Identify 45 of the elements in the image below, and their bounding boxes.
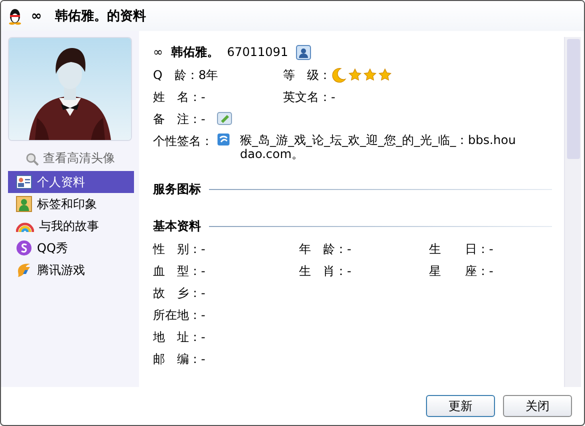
profile-field: 故 乡：- [153,284,206,302]
view-hd-avatar-link[interactable]: 查看高清头像 [25,150,115,167]
field-label: 个性签名： [153,133,213,150]
profile-field: 星 座：- [429,262,494,280]
section-title: 基本资料 [153,218,201,235]
profile-field: 所在地：- [153,306,206,324]
profile-field: 等 级： [283,66,331,84]
sidebar-item[interactable]: 标签和印象 [8,193,134,215]
nickname: 韩佑雅。 [171,44,219,60]
profile-field: 英文名：- [283,88,336,106]
profile-field: 姓 名：- [153,88,206,106]
sidebar-item[interactable]: 个人资料 [8,171,134,193]
window-title: ∞ 韩佑雅。的资料 [31,8,146,25]
contact-card-icon [16,175,32,189]
update-button[interactable]: 更新 [426,395,495,417]
close-button[interactable]: 关闭 [503,395,572,417]
game-logo-icon [16,262,32,278]
person-icon [16,196,32,212]
qq-number: 67011091 [227,45,288,59]
nickname-prefix: ∞ [153,45,163,59]
sidebar-item[interactable]: 与我的故事 [8,215,134,237]
profile-field: 性 别：- [153,240,206,258]
profile-field: 生 肖：- [299,262,352,280]
profile-field: 血 型：- [153,262,206,280]
signature-text: 猴_岛_游_戏_论_坛_欢_迎_您_的_光_临_：bbs.houdao.com。 [240,133,517,161]
profile-field: 生 日：- [429,240,494,258]
rainbow-icon [16,220,34,232]
profile-field: 邮 编：- [153,350,206,368]
penguin-icon [7,7,23,25]
edit-icon[interactable] [217,112,232,126]
profile-field: 备 注：- [153,110,206,128]
profile-field: 地 址：- [153,328,206,346]
profile-field: Q 龄：8年 [153,66,218,84]
moon-icon [331,67,347,83]
star-icon [378,68,392,82]
swirl-icon [16,240,32,256]
profile-field: 年 龄：- [299,240,352,258]
sidebar-item[interactable]: 腾讯游戏 [8,259,134,281]
section-title: 服务图标 [153,181,201,198]
scrollbar[interactable] [564,37,581,387]
contact-icon[interactable] [296,44,312,60]
star-icon [363,68,377,82]
star-icon [348,68,362,82]
magnifier-icon [25,152,39,166]
sidebar-item[interactable]: QQ秀 [8,237,134,259]
